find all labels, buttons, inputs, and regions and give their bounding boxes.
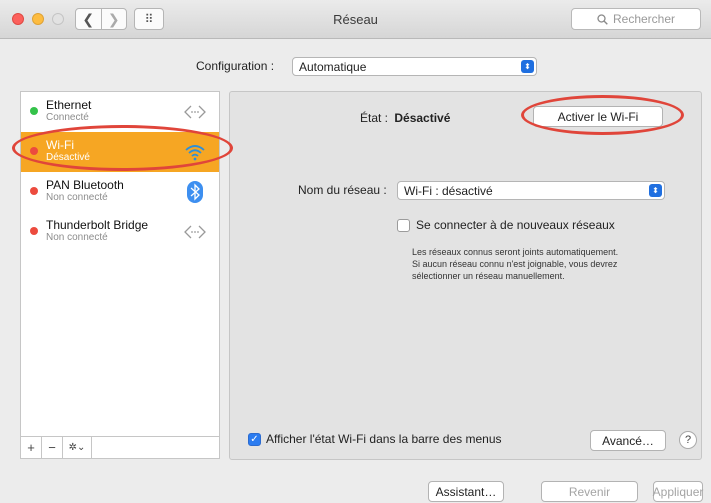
remove-service-button[interactable]: − [42, 437, 63, 458]
help-button[interactable]: ? [679, 431, 697, 449]
advanced-button[interactable]: Avancé… [590, 430, 666, 451]
magnifier-icon [597, 13, 608, 25]
service-name: Ethernet [46, 98, 92, 112]
state-label: État : [360, 111, 389, 125]
status-dot [30, 227, 38, 235]
service-name: Thunderbolt Bridge [46, 218, 149, 232]
help-line: Si aucun réseau connu n'est joignable, v… [412, 259, 618, 269]
service-item-bluetooth[interactable]: PAN Bluetooth Non connecté [21, 172, 219, 212]
join-new-networks-checkbox[interactable] [397, 218, 410, 232]
ethernet-arrows-icon [184, 225, 206, 239]
service-list-controls: + − ✲⌄ [20, 437, 220, 459]
bluetooth-icon [187, 181, 203, 203]
search-placeholder: Rechercher [612, 12, 676, 26]
annotation-ellipse-wifi-item [12, 125, 233, 171]
state-row: État : Désactivé [360, 111, 450, 125]
network-name-popup[interactable]: Wi-Fi : désactivé ⬍ [397, 181, 665, 200]
revert-button[interactable]: Revenir [541, 481, 638, 502]
service-item-thunderbolt[interactable]: Thunderbolt Bridge Non connecté [21, 212, 219, 252]
join-new-networks-label: Se connecter à de nouveaux réseaux [416, 218, 615, 232]
join-new-networks-row: Se connecter à de nouveaux réseaux [397, 218, 615, 232]
gear-icon[interactable]: ✲⌄ [63, 437, 92, 458]
configuration-value: Automatique [299, 59, 367, 74]
service-status: Connecté [46, 112, 89, 123]
annotation-ellipse-toggle-button [521, 95, 684, 135]
show-status-checkbox[interactable]: ✓ [248, 432, 261, 446]
network-name-value: Wi-Fi : désactivé [404, 183, 493, 198]
network-name-label: Nom du réseau : [298, 183, 387, 197]
apply-button[interactable]: Appliquer [653, 481, 703, 502]
join-help-text: Les réseaux connus seront joints automat… [412, 246, 618, 282]
service-name: PAN Bluetooth [46, 178, 124, 192]
state-value: Désactivé [394, 111, 451, 125]
show-status-label: Afficher l'état Wi-Fi dans la barre des … [266, 432, 502, 446]
service-status: Non connecté [46, 192, 108, 203]
status-dot [30, 107, 38, 115]
configuration-label: Configuration : [196, 59, 275, 73]
search-input[interactable]: Rechercher [571, 8, 701, 30]
add-service-button[interactable]: + [21, 437, 42, 458]
popup-arrows-icon: ⬍ [521, 60, 534, 73]
help-line: sélectionner un réseau manuellement. [412, 271, 565, 281]
ethernet-arrows-icon [184, 105, 206, 119]
help-line: Les réseaux connus seront joints automat… [412, 247, 619, 257]
popup-arrows-icon: ⬍ [649, 184, 662, 197]
show-status-row: ✓ Afficher l'état Wi-Fi dans la barre de… [248, 432, 502, 446]
configuration-popup[interactable]: Automatique ⬍ [292, 57, 537, 76]
assistant-button[interactable]: Assistant… [428, 481, 504, 502]
status-dot [30, 187, 38, 195]
service-status: Non connecté [46, 232, 108, 243]
